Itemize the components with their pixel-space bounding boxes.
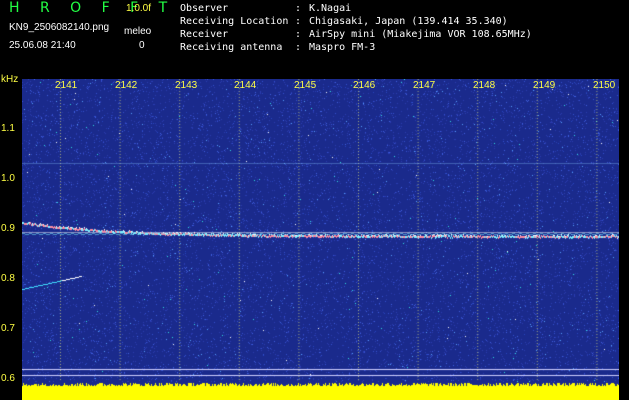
meta-value: Chigasaki, Japan (139.414 35.340) [309, 16, 508, 27]
meta-row-observer: Observer: K.Nagai [180, 3, 352, 14]
x-tick-label: 2142 [115, 80, 138, 91]
x-tick-label: 2147 [413, 80, 436, 91]
meta-row-location: Receiving Location: Chigasaki, Japan (139… [180, 16, 508, 27]
y-tick-label: 0.7 [1, 323, 15, 334]
y-tick-label: 0.9 [1, 223, 15, 234]
spectrogram-plot [22, 79, 619, 400]
y-tick-label: 0.8 [1, 273, 15, 284]
meta-value: Maspro FM-3 [309, 42, 376, 53]
version-label: 1.0.0f [126, 3, 152, 14]
date-time: 25.06.08 21:40 [9, 40, 76, 51]
y-tick-label: 0.6 [1, 373, 15, 384]
y-tick-label: 1.0 [1, 173, 15, 184]
header-panel: H R O F F T 1.0.0f KN9_2506082140.png 25… [0, 0, 629, 78]
meta-key: Receiver [180, 29, 229, 40]
x-tick-label: 2144 [234, 80, 257, 91]
meta-key: Receiving Location [180, 16, 289, 27]
meleo-value: 0 [139, 40, 145, 51]
file-name: KN9_2506082140.png [9, 22, 110, 33]
x-tick-label: 2141 [55, 80, 78, 91]
meta-row-antenna: Receiving antenna: Maspro FM-3 [180, 42, 376, 53]
x-tick-label: 2149 [533, 80, 556, 91]
meta-value: AirSpy mini (Miakejima VOR 108.65MHz) [309, 29, 532, 40]
station-info: Observer: K.Nagai Receiving Location: Chig… [180, 2, 532, 54]
y-axis-unit: kHz [1, 74, 19, 85]
meleo-label: meleo [124, 26, 152, 37]
meta-key: Receiving antenna [180, 42, 283, 53]
meta-value: K.Nagai [309, 3, 352, 14]
meta-row-receiver: Receiver: AirSpy mini (Miakejima VOR 108.… [180, 29, 532, 40]
meta-key: Observer [180, 3, 229, 14]
x-tick-label: 2143 [175, 80, 198, 91]
x-tick-label: 2145 [294, 80, 317, 91]
x-tick-label: 2148 [473, 80, 496, 91]
y-tick-label: 1.1 [1, 123, 15, 134]
x-tick-label: 2150 [593, 80, 616, 91]
x-tick-label: 2146 [353, 80, 376, 91]
